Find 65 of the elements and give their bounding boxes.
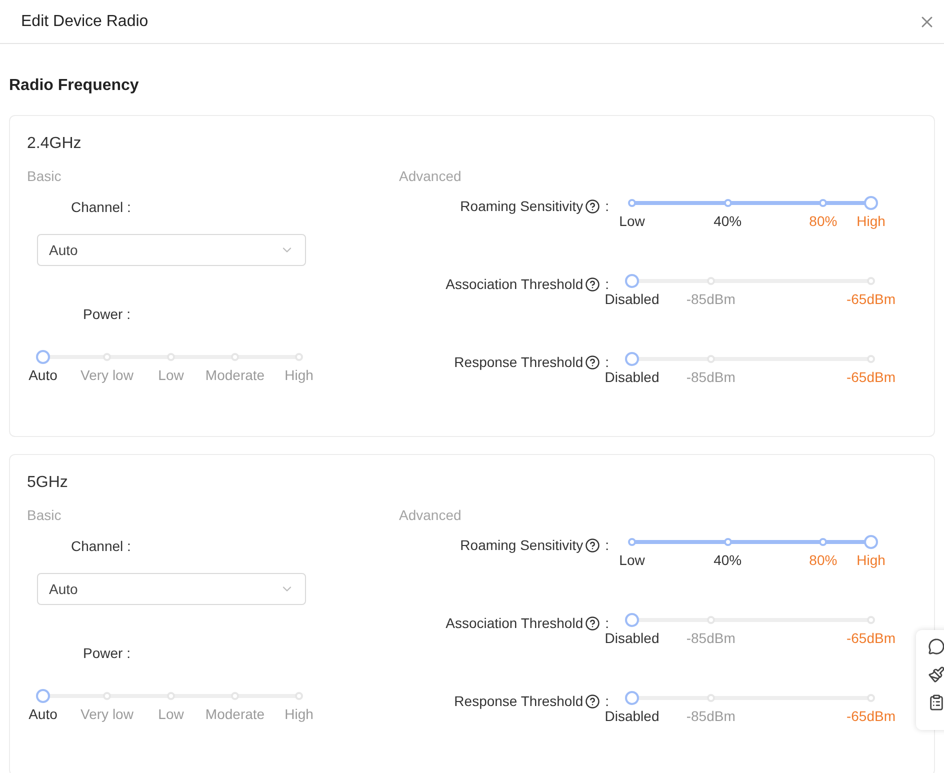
channel-select[interactable]: Auto: [37, 234, 306, 266]
field-label: Channel :: [71, 537, 132, 556]
clipboard-icon[interactable]: [928, 694, 944, 711]
field-label: Power :: [83, 644, 132, 663]
slider-label: -85dBm: [686, 290, 736, 309]
help-icon[interactable]: [585, 277, 600, 292]
dialog-title: Edit Device Radio: [21, 12, 148, 32]
help-icon[interactable]: [585, 199, 600, 214]
colon: :: [605, 197, 609, 216]
slider-label: -85dBm: [686, 629, 736, 648]
section-heading: Advanced: [399, 506, 462, 525]
slider-label: -65dBm: [846, 707, 896, 726]
setting-label: Association Threshold: [446, 275, 584, 294]
slider-label: Very low: [80, 705, 134, 724]
slider-label: High: [284, 366, 314, 385]
section-heading: Basic: [27, 167, 62, 186]
field-label: Channel :: [71, 198, 132, 217]
slider-label: Low: [158, 705, 184, 724]
slider-label: Auto: [28, 366, 58, 385]
setting-label: Roaming Sensitivity: [460, 197, 584, 216]
setting-label: Association Threshold: [446, 614, 584, 633]
slider-label: 40%: [714, 212, 742, 231]
slider-label: -65dBm: [846, 629, 896, 648]
slider-handle[interactable]: [36, 689, 50, 703]
help-icon[interactable]: [585, 694, 600, 709]
slider-handle[interactable]: [625, 352, 639, 366]
slider-handle[interactable]: [625, 274, 639, 288]
slider-handle[interactable]: [864, 535, 878, 549]
slider-handle[interactable]: [36, 350, 50, 364]
brush-icon[interactable]: [928, 666, 944, 683]
slider-handle[interactable]: [625, 613, 639, 627]
help-icon[interactable]: [585, 616, 600, 631]
slider-label: -65dBm: [846, 368, 896, 387]
slider-handle[interactable]: [864, 196, 878, 210]
help-icon[interactable]: [585, 538, 600, 553]
help-icon[interactable]: [585, 355, 600, 370]
slider-label: Moderate: [205, 705, 265, 724]
slider-label: Very low: [80, 366, 134, 385]
slider-handle[interactable]: [625, 691, 639, 705]
section-title: Radio Frequency: [9, 76, 140, 96]
slider-label: Auto: [28, 705, 58, 724]
setting-label: Response Threshold: [454, 353, 584, 372]
setting-label: Roaming Sensitivity: [460, 536, 584, 555]
slider-label: High: [856, 212, 886, 231]
slider-label: Moderate: [205, 366, 265, 385]
slider-label: 80%: [809, 212, 838, 231]
slider-label: -65dBm: [846, 290, 896, 309]
slider-label: 40%: [714, 551, 742, 570]
slider-label: 80%: [809, 551, 838, 570]
band-title: 5GHz: [27, 473, 69, 493]
field-label: Power :: [83, 305, 132, 324]
setting-label: Response Threshold: [454, 692, 584, 711]
section-heading: Advanced: [399, 167, 462, 186]
chat-icon[interactable]: [928, 638, 944, 655]
slider-label: -85dBm: [686, 368, 736, 387]
channel-select[interactable]: Auto: [37, 573, 306, 605]
band-title: 2.4GHz: [27, 134, 82, 154]
slider-label: High: [856, 551, 886, 570]
slider-label: Low: [619, 212, 645, 231]
slider-label: Low: [619, 551, 645, 570]
slider-label: Low: [158, 366, 184, 385]
slider-label: High: [284, 705, 314, 724]
section-heading: Basic: [27, 506, 62, 525]
slider-label: -85dBm: [686, 707, 736, 726]
colon: :: [605, 536, 609, 555]
